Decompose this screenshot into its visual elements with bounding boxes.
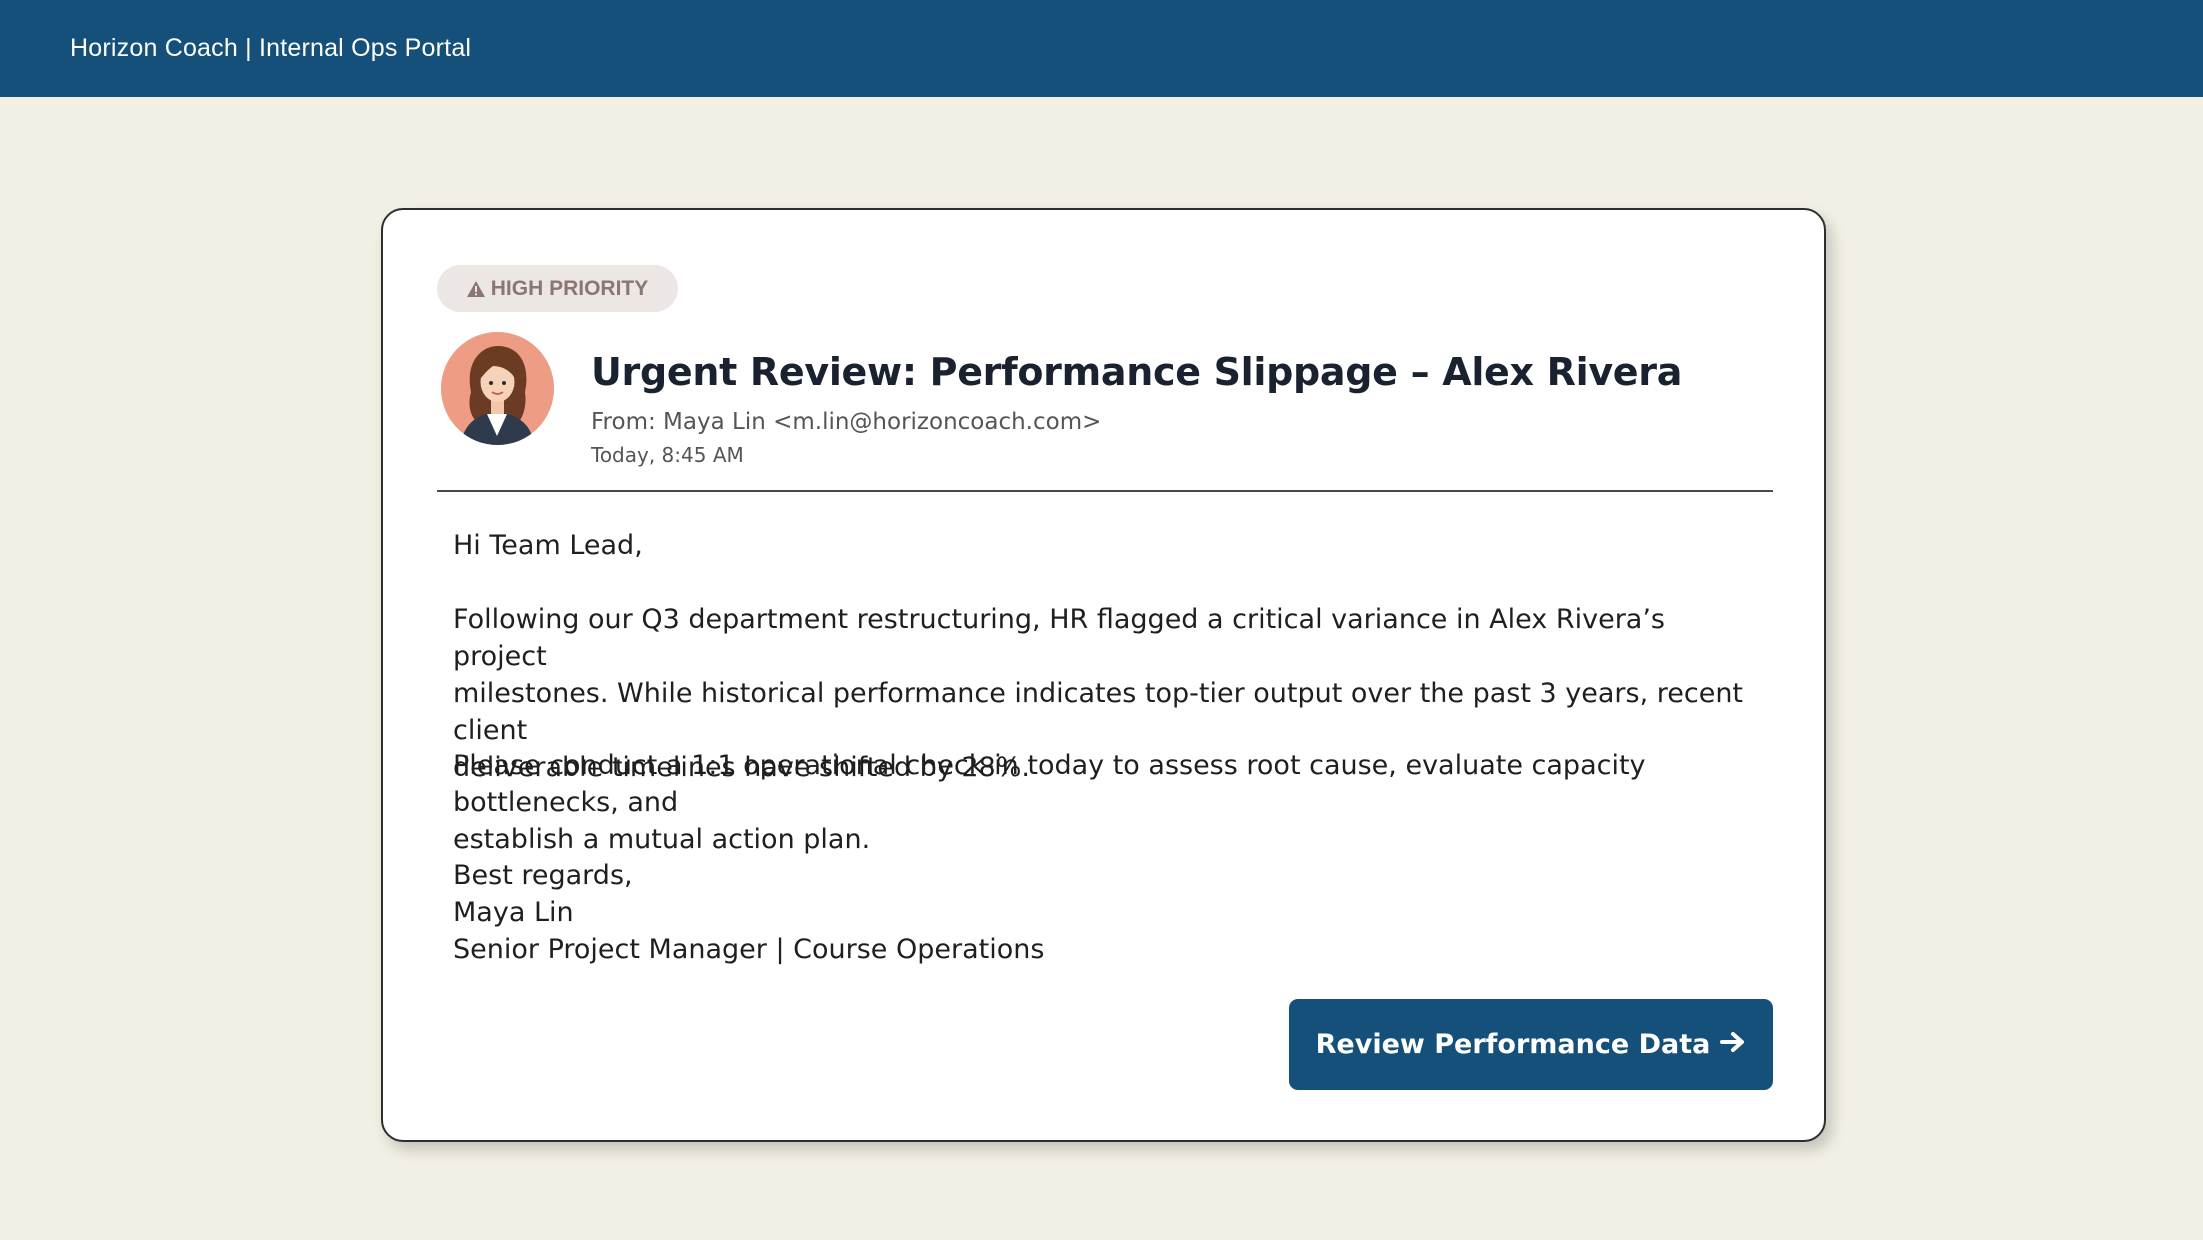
email-subject: Urgent Review: Performance Slippage – Al… [591,350,1683,394]
cta-label: Review Performance Data [1315,1029,1711,1060]
email-greeting: Hi Team Lead, [453,530,643,561]
header-divider [437,490,1773,492]
signature-title: Senior Project Manager | Course Operatio… [453,934,1045,965]
top-navigation-bar: Horizon Coach | Internal Ops Portal [0,0,2203,97]
email-timestamp: Today, 8:45 AM [591,443,744,467]
paragraph-1-line-2: milestones. While historical performance… [453,678,1744,746]
paragraph-2-line-1: Please conduct a 1:1 operational check-i… [453,750,1646,818]
email-paragraph-2: Please conduct a 1:1 operational check-i… [453,747,1753,858]
email-sender: From: Maya Lin <m.lin@horizoncoach.com> [591,409,1102,435]
avatar-woman-illustration-icon [441,332,554,445]
review-performance-data-button[interactable]: Review Performance Data [1289,999,1773,1090]
arrow-right-icon [1720,1029,1746,1060]
portal-title: Horizon Coach | Internal Ops Portal [70,34,472,62]
signoff: Best regards, [453,860,633,891]
sender-avatar [441,332,554,445]
priority-badge: HIGH PRIORITY [437,265,678,312]
warning-triangle-icon [466,280,485,297]
paragraph-1-line-1: Following our Q3 department restructurin… [453,604,1665,672]
priority-label: HIGH PRIORITY [490,276,649,300]
email-signature: Best regards, Maya Lin Senior Project Ma… [453,857,1753,968]
signature-name: Maya Lin [453,897,574,928]
paragraph-2-line-2: establish a mutual action plan. [453,824,871,855]
email-card: HIGH PRIORITY Urgent Review: Performance… [381,208,1826,1142]
